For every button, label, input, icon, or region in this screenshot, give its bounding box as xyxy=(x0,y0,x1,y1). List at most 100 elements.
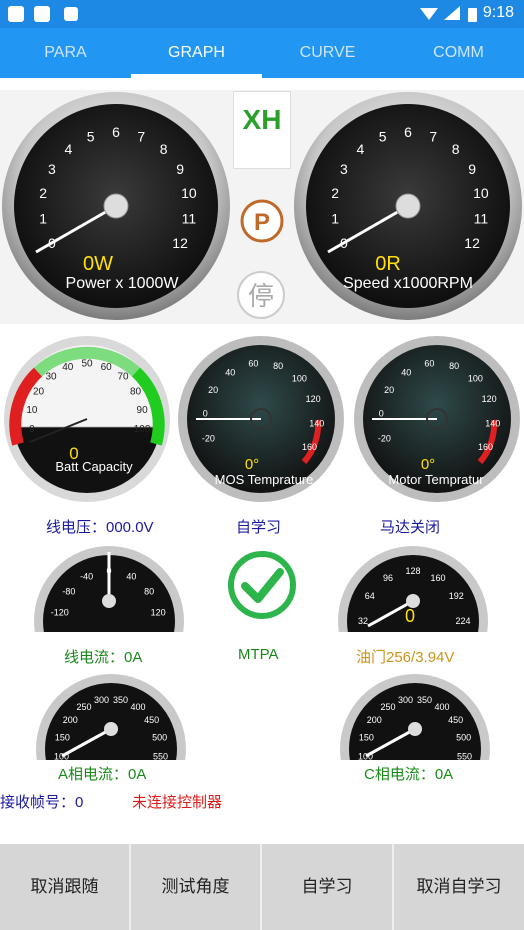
test-angle-button[interactable]: 测试角度 xyxy=(131,844,262,930)
cancel-self-learn-button[interactable]: 取消自学习 xyxy=(394,844,524,930)
phase-c-tick-label: 350 xyxy=(417,695,432,705)
power-gauge: 0123456789101112 0W Power x 1000W xyxy=(2,92,230,320)
motor-temperature-gauge: -20 0 20 40 60 80 100 120 140 160 0° Motor Tempra… xyxy=(354,336,520,502)
clock: 9:18 xyxy=(482,4,514,21)
tab-curve[interactable]: CURVE xyxy=(262,28,393,78)
power-tick-label: 12 xyxy=(172,235,188,251)
signal-battery-icons xyxy=(420,6,477,22)
battery-gauge: 010203040 50 60708090100 0 Batt Capacity xyxy=(4,336,170,502)
battery-tick-label: 10 xyxy=(26,405,38,416)
mos-tick-label: 60 xyxy=(248,359,258,369)
mos-temperature-gauge: -20 0 20 40 60 80 100 120 140 160 0° MOS Tempratu… xyxy=(178,336,344,502)
motor-state-label: 马达关闭 xyxy=(380,519,441,536)
app-icon xyxy=(64,7,78,21)
battery-tick-label: 0 xyxy=(29,424,35,435)
mos-value: 0° xyxy=(245,456,259,473)
phase-c-current-gauge: 50100150200250300350400450500550600 xyxy=(340,674,490,760)
speed-tick-label: 1 xyxy=(331,211,339,227)
xh-badge: XH xyxy=(233,91,291,169)
speed-tick-label: 9 xyxy=(468,161,476,177)
motor-tick-label: 0 xyxy=(379,409,384,419)
motor-tick-label: 160 xyxy=(478,442,493,452)
park-icon[interactable]: P xyxy=(239,198,285,244)
battery-label: Batt Capacity xyxy=(55,459,133,474)
connection-status: 未连接控制器 xyxy=(132,794,223,811)
power-tick-label: 3 xyxy=(48,161,56,177)
phase-c-tick-label: 300 xyxy=(398,695,413,705)
phase-c-tick-label: 150 xyxy=(359,732,374,742)
throttle-tick-label: 128 xyxy=(405,566,420,576)
phase-a-tick-label: 400 xyxy=(130,702,145,712)
phase-a-tick-label: 350 xyxy=(113,695,128,705)
phase-a-current-gauge: 50100150200250300350400450500550600 xyxy=(36,674,186,760)
phase-c-tick-label: 450 xyxy=(448,715,463,725)
speed-tick-label: 2 xyxy=(331,185,339,201)
mos-tick-label: 140 xyxy=(309,419,324,429)
speed-tick-label: 5 xyxy=(379,128,387,144)
power-tick-label: 5 xyxy=(87,128,95,144)
motor-tick-label: 140 xyxy=(485,419,500,429)
speed-gauge: 0123456789101112 0R Speed x1000RPM xyxy=(294,92,522,320)
motor-value: 0° xyxy=(421,456,435,473)
svg-text:P: P xyxy=(254,209,270,236)
speed-tick-label: 12 xyxy=(464,235,480,251)
mos-tick-label: -20 xyxy=(202,433,215,443)
mos-tick-label: 20 xyxy=(208,385,218,395)
speed-tick-label: 8 xyxy=(452,141,460,157)
throttle-tick-label: 96 xyxy=(383,573,393,583)
phase-c-tick-label: 400 xyxy=(434,702,449,712)
mos-label: MOS Temprature xyxy=(215,472,314,487)
power-tick-label: 4 xyxy=(65,141,73,157)
throttle-label: 油门256/3.94V xyxy=(356,649,455,666)
tab-comm[interactable]: COMM xyxy=(393,28,524,78)
battery-tick-label: 100 xyxy=(134,424,151,435)
speed-tick-label: 10 xyxy=(473,185,489,201)
stop-icon[interactable]: 停 xyxy=(236,270,286,320)
check-circle-icon xyxy=(228,551,296,619)
battery-tick-label: 70 xyxy=(117,372,129,383)
power-tick-label: 6 xyxy=(112,124,120,140)
notification-icon xyxy=(8,6,24,22)
mos-tick-label: 0 xyxy=(203,409,208,419)
phase-a-tick-label: 500 xyxy=(152,732,167,742)
motor-tick-label: 20 xyxy=(384,385,394,395)
battery-tick-label: 50 xyxy=(81,359,93,370)
throttle-tick-label: 64 xyxy=(365,591,375,601)
phase-c-tick-label: 200 xyxy=(367,715,382,725)
phase-a-tick-label: 450 xyxy=(144,715,159,725)
mos-tick-label: 120 xyxy=(306,394,321,404)
mtpa-label: MTPA xyxy=(238,646,279,663)
cancel-follow-button[interactable]: 取消跟随 xyxy=(0,844,131,930)
throttle-tick-label: 32 xyxy=(358,616,368,626)
power-tick-label: 9 xyxy=(176,161,184,177)
speed-value: 0R xyxy=(375,253,401,275)
tab-indicator xyxy=(131,74,262,78)
tab-para[interactable]: PARA xyxy=(0,28,131,78)
motor-tick-label: 100 xyxy=(468,373,483,383)
battery-tick-label: 80 xyxy=(130,387,142,398)
line-current-label: 线电流：0A xyxy=(64,649,143,666)
motor-tick-label: 60 xyxy=(424,359,434,369)
voltage-tick-label: -160 xyxy=(52,631,70,633)
battery-tick-label: 20 xyxy=(33,387,45,398)
speed-tick-label: 4 xyxy=(357,141,365,157)
speed-tick-label: 11 xyxy=(474,211,489,227)
tab-graph[interactable]: GRAPH xyxy=(131,28,262,78)
svg-text:停: 停 xyxy=(248,282,274,312)
phase-a-tick-label: 150 xyxy=(55,732,70,742)
battery-tick-label: 40 xyxy=(62,362,74,373)
phase-a-tick-label: 550 xyxy=(153,751,168,760)
self-learn-button[interactable]: 自学习 xyxy=(262,844,394,930)
mos-tick-label: 80 xyxy=(273,361,283,371)
power-tick-label: 2 xyxy=(39,185,47,201)
frame-counter-label: 接收帧号：0 xyxy=(0,794,84,811)
mos-tick-label: 40 xyxy=(225,367,235,377)
speed-tick-label: 3 xyxy=(340,161,348,177)
line-voltage-gauge: -240-200-160-120-80-4004080120160200240 xyxy=(34,546,184,632)
throttle-gauge: 0326496128160192224256 0 xyxy=(338,546,488,632)
voltage-tick-label: 40 xyxy=(126,572,136,582)
mos-tick-label: 160 xyxy=(302,442,317,452)
throttle-tick-label: 224 xyxy=(455,616,470,626)
phase-c-current-label: C相电流：0A xyxy=(364,766,454,783)
throttle-tick-label: 192 xyxy=(449,591,464,601)
